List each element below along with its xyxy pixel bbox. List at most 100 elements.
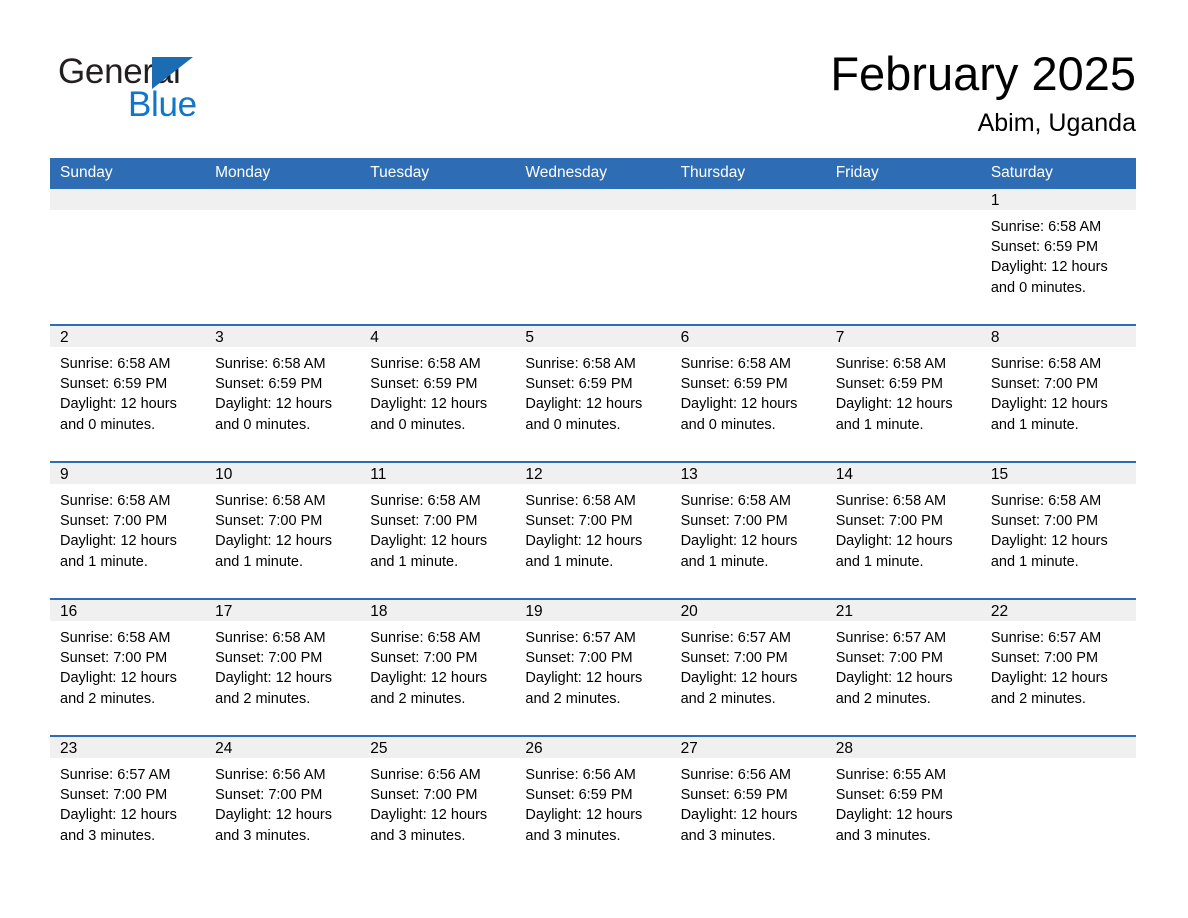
calendar-page: General Blue February 2025 Abim, Uganda …	[0, 0, 1188, 918]
sunset-text: Sunset: 6:59 PM	[680, 376, 788, 393]
calendar-day-cell-empty	[50, 189, 206, 325]
weekday-header-saturday: Saturday	[980, 158, 1136, 189]
calendar-day-cell[interactable]: 25 Sunrise: 6:56 AM Sunset: 7:00 PM Dayligh…	[360, 735, 516, 872]
daylight-text: Daylight: 12 hours and 2 minutes.	[990, 670, 1108, 707]
calendar-day-cell[interactable]: 3 Sunrise: 6:58 AM Sunset: 6:59 PM Daylight…	[205, 324, 361, 462]
daylight-text: Daylight: 12 hours and 3 minutes.	[525, 807, 643, 844]
calendar-day-cell[interactable]: 5 Sunrise: 6:58 AM Sunset: 6:59 PM Daylight…	[515, 324, 671, 462]
daylight-text: Daylight: 12 hours and 0 minutes.	[990, 259, 1108, 296]
calendar-day-cell[interactable]: 11 Sunrise: 6:58 AM Sunset: 7:00 PM Dayligh…	[360, 461, 516, 599]
day-details: Sunrise: 6:56 AM Sunset: 7:00 PM Daylight:…	[205, 758, 360, 846]
calendar-day-cell[interactable]: 28 Sunrise: 6:55 AM Sunset: 6:59 PM Dayligh…	[825, 735, 981, 872]
day-number: 7	[825, 326, 981, 347]
calendar-day-cell[interactable]: 16 Sunrise: 6:58 AM Sunset: 7:00 PM Dayligh…	[50, 598, 206, 736]
daylight-text: Daylight: 12 hours and 1 minute.	[990, 396, 1108, 433]
weekday-header-sunday: Sunday	[50, 158, 206, 189]
sunrise-text: Sunrise: 6:58 AM	[835, 493, 947, 509]
daylight-text: Daylight: 12 hours and 2 minutes.	[835, 670, 953, 707]
day-details: Sunrise: 6:55 AM Sunset: 6:59 PM Daylight:…	[826, 758, 981, 846]
day-details: Sunrise: 6:58 AM Sunset: 7:00 PM Daylight:…	[360, 621, 515, 709]
calendar-day-cell[interactable]: 19 Sunrise: 6:57 AM Sunset: 7:00 PM Dayligh…	[515, 598, 671, 736]
daylight-text: Daylight: 12 hours and 1 minute.	[680, 533, 798, 570]
day-details: Sunrise: 6:58 AM Sunset: 6:59 PM Daylight:…	[50, 347, 205, 435]
daylight-text: Daylight: 12 hours and 2 minutes.	[680, 670, 798, 707]
day-number: 19	[515, 600, 671, 621]
calendar-day-cell[interactable]: 13 Sunrise: 6:58 AM Sunset: 7:00 PM Dayligh…	[670, 461, 826, 599]
location-subtitle: Abim, Uganda	[977, 109, 1136, 137]
sunset-text: Sunset: 7:00 PM	[990, 513, 1099, 530]
calendar-day-cell[interactable]: 9 Sunrise: 6:58 AM Sunset: 7:00 PM Daylight…	[50, 461, 206, 599]
sunset-text: Sunset: 7:00 PM	[835, 513, 943, 530]
calendar-day-cell[interactable]: 15 Sunrise: 6:58 AM Sunset: 7:00 PM Dayligh…	[980, 461, 1136, 599]
day-number: 5	[515, 326, 671, 347]
calendar-day-cell[interactable]: 2 Sunrise: 6:58 AM Sunset: 6:59 PM Daylight…	[50, 324, 206, 462]
day-number: 25	[360, 737, 516, 758]
daylight-text: Daylight: 12 hours and 3 minutes.	[835, 807, 953, 844]
day-number: 17	[205, 600, 361, 621]
sunset-text: Sunset: 6:59 PM	[680, 787, 788, 804]
calendar-day-cell-empty	[670, 189, 826, 325]
day-details: Sunrise: 6:57 AM Sunset: 7:00 PM Daylight:…	[826, 621, 981, 709]
daylight-text: Daylight: 12 hours and 3 minutes.	[680, 807, 798, 844]
sunrise-text: Sunrise: 6:58 AM	[60, 630, 171, 646]
title-block: February 2025 Abim, Uganda	[830, 46, 1136, 138]
calendar-day-cell[interactable]: 4 Sunrise: 6:58 AM Sunset: 6:59 PM Daylight…	[360, 324, 516, 462]
sunset-text: Sunset: 7:00 PM	[60, 650, 168, 667]
sunset-text: Sunset: 7:00 PM	[370, 787, 478, 804]
calendar-day-cell[interactable]: 14 Sunrise: 6:58 AM Sunset: 7:00 PM Dayligh…	[825, 461, 981, 599]
sunrise-text: Sunrise: 6:58 AM	[215, 356, 326, 372]
daylight-text: Daylight: 12 hours and 0 minutes.	[60, 396, 177, 433]
calendar-day-cell[interactable]: 12 Sunrise: 6:58 AM Sunset: 7:00 PM Dayligh…	[515, 461, 671, 599]
day-details: Sunrise: 6:58 AM Sunset: 6:59 PM Daylight:…	[360, 347, 515, 435]
sunset-text: Sunset: 6:59 PM	[525, 787, 633, 804]
calendar-day-cell-empty	[515, 189, 671, 325]
day-number: 12	[515, 463, 671, 484]
daylight-text: Daylight: 12 hours and 1 minute.	[60, 533, 177, 570]
calendar-day-cell[interactable]: 24 Sunrise: 6:56 AM Sunset: 7:00 PM Dayligh…	[205, 735, 361, 872]
day-details: Sunrise: 6:56 AM Sunset: 6:59 PM Daylight:…	[515, 758, 670, 846]
calendar-week-row: 2 Sunrise: 6:58 AM Sunset: 6:59 PM Daylight…	[50, 324, 1136, 462]
sunset-text: Sunset: 7:00 PM	[60, 787, 168, 804]
sunset-text: Sunset: 7:00 PM	[215, 513, 323, 530]
sunset-text: Sunset: 6:59 PM	[525, 376, 633, 393]
calendar-day-cell[interactable]: 21 Sunrise: 6:57 AM Sunset: 7:00 PM Dayligh…	[825, 598, 981, 736]
calendar-day-cell[interactable]: 27 Sunrise: 6:56 AM Sunset: 6:59 PM Dayligh…	[670, 735, 826, 872]
calendar-day-cell[interactable]: 20 Sunrise: 6:57 AM Sunset: 7:00 PM Dayligh…	[670, 598, 826, 736]
calendar-day-cell[interactable]: 17 Sunrise: 6:58 AM Sunset: 7:00 PM Dayligh…	[205, 598, 361, 736]
generalblue-logo[interactable]: General Blue	[58, 52, 288, 124]
calendar-day-cell-empty	[980, 735, 1136, 872]
sunset-text: Sunset: 7:00 PM	[990, 650, 1099, 667]
weekday-header-monday: Monday	[205, 158, 361, 189]
calendar-day-cell[interactable]: 10 Sunrise: 6:58 AM Sunset: 7:00 PM Dayligh…	[205, 461, 361, 599]
calendar-day-cell[interactable]: 8 Sunrise: 6:58 AM Sunset: 7:00 PM Daylight…	[980, 324, 1136, 462]
sunrise-text: Sunrise: 6:58 AM	[835, 356, 947, 372]
calendar-header-row: Sunday Monday Tuesday Wednesday Thursday…	[50, 158, 1136, 189]
calendar-day-cell[interactable]: 7 Sunrise: 6:58 AM Sunset: 6:59 PM Daylight…	[825, 324, 981, 462]
day-number: 6	[670, 326, 826, 347]
day-details: Sunrise: 6:58 AM Sunset: 7:00 PM Daylight:…	[671, 484, 826, 572]
calendar-day-cell[interactable]: 6 Sunrise: 6:58 AM Sunset: 6:59 PM Daylight…	[670, 324, 826, 462]
daylight-text: Daylight: 12 hours and 1 minute.	[215, 533, 333, 570]
sunrise-text: Sunrise: 6:56 AM	[215, 767, 326, 783]
calendar-day-cell[interactable]: 22 Sunrise: 6:57 AM Sunset: 7:00 PM Dayligh…	[980, 598, 1136, 736]
calendar-day-cell[interactable]: 23 Sunrise: 6:57 AM Sunset: 7:00 PM Dayligh…	[50, 735, 206, 872]
calendar-week-row: 16 Sunrise: 6:58 AM Sunset: 7:00 PM Dayligh…	[50, 598, 1136, 736]
daylight-text: Daylight: 12 hours and 1 minute.	[990, 533, 1108, 570]
daylight-text: Daylight: 12 hours and 3 minutes.	[215, 807, 333, 844]
sunrise-text: Sunrise: 6:58 AM	[60, 356, 171, 372]
day-details: Sunrise: 6:58 AM Sunset: 7:00 PM Daylight:…	[360, 484, 515, 572]
daylight-text: Daylight: 12 hours and 0 minutes.	[215, 396, 333, 433]
calendar-day-cell[interactable]: 26 Sunrise: 6:56 AM Sunset: 6:59 PM Dayligh…	[515, 735, 671, 872]
sunset-text: Sunset: 7:00 PM	[370, 513, 478, 530]
day-details: Sunrise: 6:58 AM Sunset: 7:00 PM Daylight:…	[50, 484, 205, 572]
day-number: 13	[670, 463, 826, 484]
sunrise-text: Sunrise: 6:58 AM	[990, 356, 1102, 372]
day-number	[50, 189, 206, 210]
calendar-day-cell[interactable]: 18 Sunrise: 6:58 AM Sunset: 7:00 PM Dayligh…	[360, 598, 516, 736]
daylight-text: Daylight: 12 hours and 1 minute.	[835, 396, 953, 433]
sunset-text: Sunset: 6:59 PM	[370, 376, 478, 393]
sunrise-text: Sunrise: 6:58 AM	[215, 630, 326, 646]
day-number: 10	[205, 463, 361, 484]
sunrise-text: Sunrise: 6:57 AM	[990, 630, 1102, 646]
calendar-day-cell[interactable]: 1 Sunrise: 6:58 AM Sunset: 6:59 PM Daylight…	[980, 189, 1136, 325]
